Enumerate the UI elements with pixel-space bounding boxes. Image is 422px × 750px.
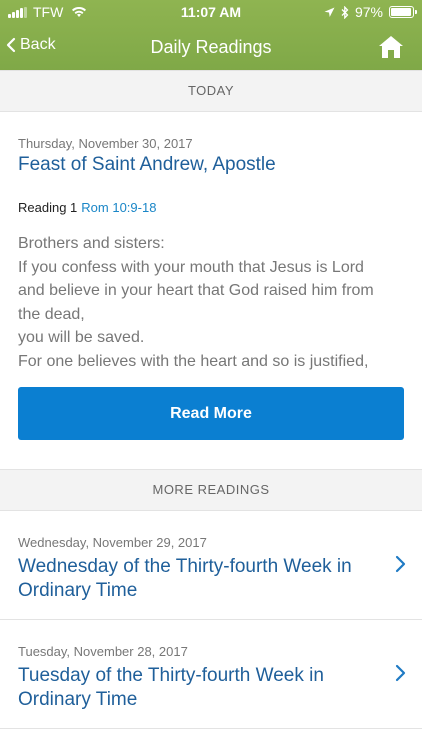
location-arrow-icon [324,7,335,17]
top-bar: TFW 11:07 AM 97% Back Daily Readings [0,0,422,72]
chevron-right-icon [395,555,406,573]
status-bar: TFW 11:07 AM 97% [0,0,422,24]
item-date: Wednesday, November 29, 2017 [18,535,207,550]
reading-date: Thursday, November 30, 2017 [18,136,193,151]
navigation-bar: Back Daily Readings [0,24,422,72]
excerpt-line: and believe in your heart that God raise… [18,282,374,299]
item-title: Wednesday of the Thirty-fourth Week in O… [18,556,352,601]
excerpt-line: you will be saved. [18,329,145,346]
excerpt-line: If you confess with your mouth that Jesu… [18,258,364,276]
today-reading-card: Thursday, November 30, 2017 Feast of Sai… [0,112,422,469]
reading-reference-line: Reading 1 Rom 10:9-18 [18,200,156,215]
list-item[interactable]: Tuesday, November 28, 2017 Tuesday of th… [0,620,422,729]
battery-percent: 97% [354,4,383,20]
item-title: Tuesday of the Thirty-fourth Week in Ord… [18,665,324,710]
reading-excerpt: Brothers and sisters: If you confess wit… [18,232,408,373]
excerpt-line: For one believes with the heart and so i… [18,352,369,370]
bluetooth-icon [341,5,349,19]
scripture-reference-link[interactable]: Rom 10:9-18 [81,200,156,215]
excerpt-line: the dead, [18,305,85,323]
section-header-today: TODAY [0,70,422,112]
feast-title[interactable]: Feast of Saint Andrew, Apostle [18,154,276,176]
chevron-right-icon [395,664,406,682]
page-title: Daily Readings [150,37,272,57]
excerpt-line: Brothers and sisters: [18,235,165,252]
section-header-more-readings: MORE READINGS [0,469,422,511]
read-more-button[interactable]: Read More [18,387,404,440]
item-date: Tuesday, November 28, 2017 [18,644,188,659]
home-icon[interactable] [378,35,404,59]
reading-label: Reading 1 [18,200,78,215]
list-item[interactable]: Wednesday, November 29, 2017 Wednesday o… [0,511,422,620]
battery-icon [389,6,417,18]
